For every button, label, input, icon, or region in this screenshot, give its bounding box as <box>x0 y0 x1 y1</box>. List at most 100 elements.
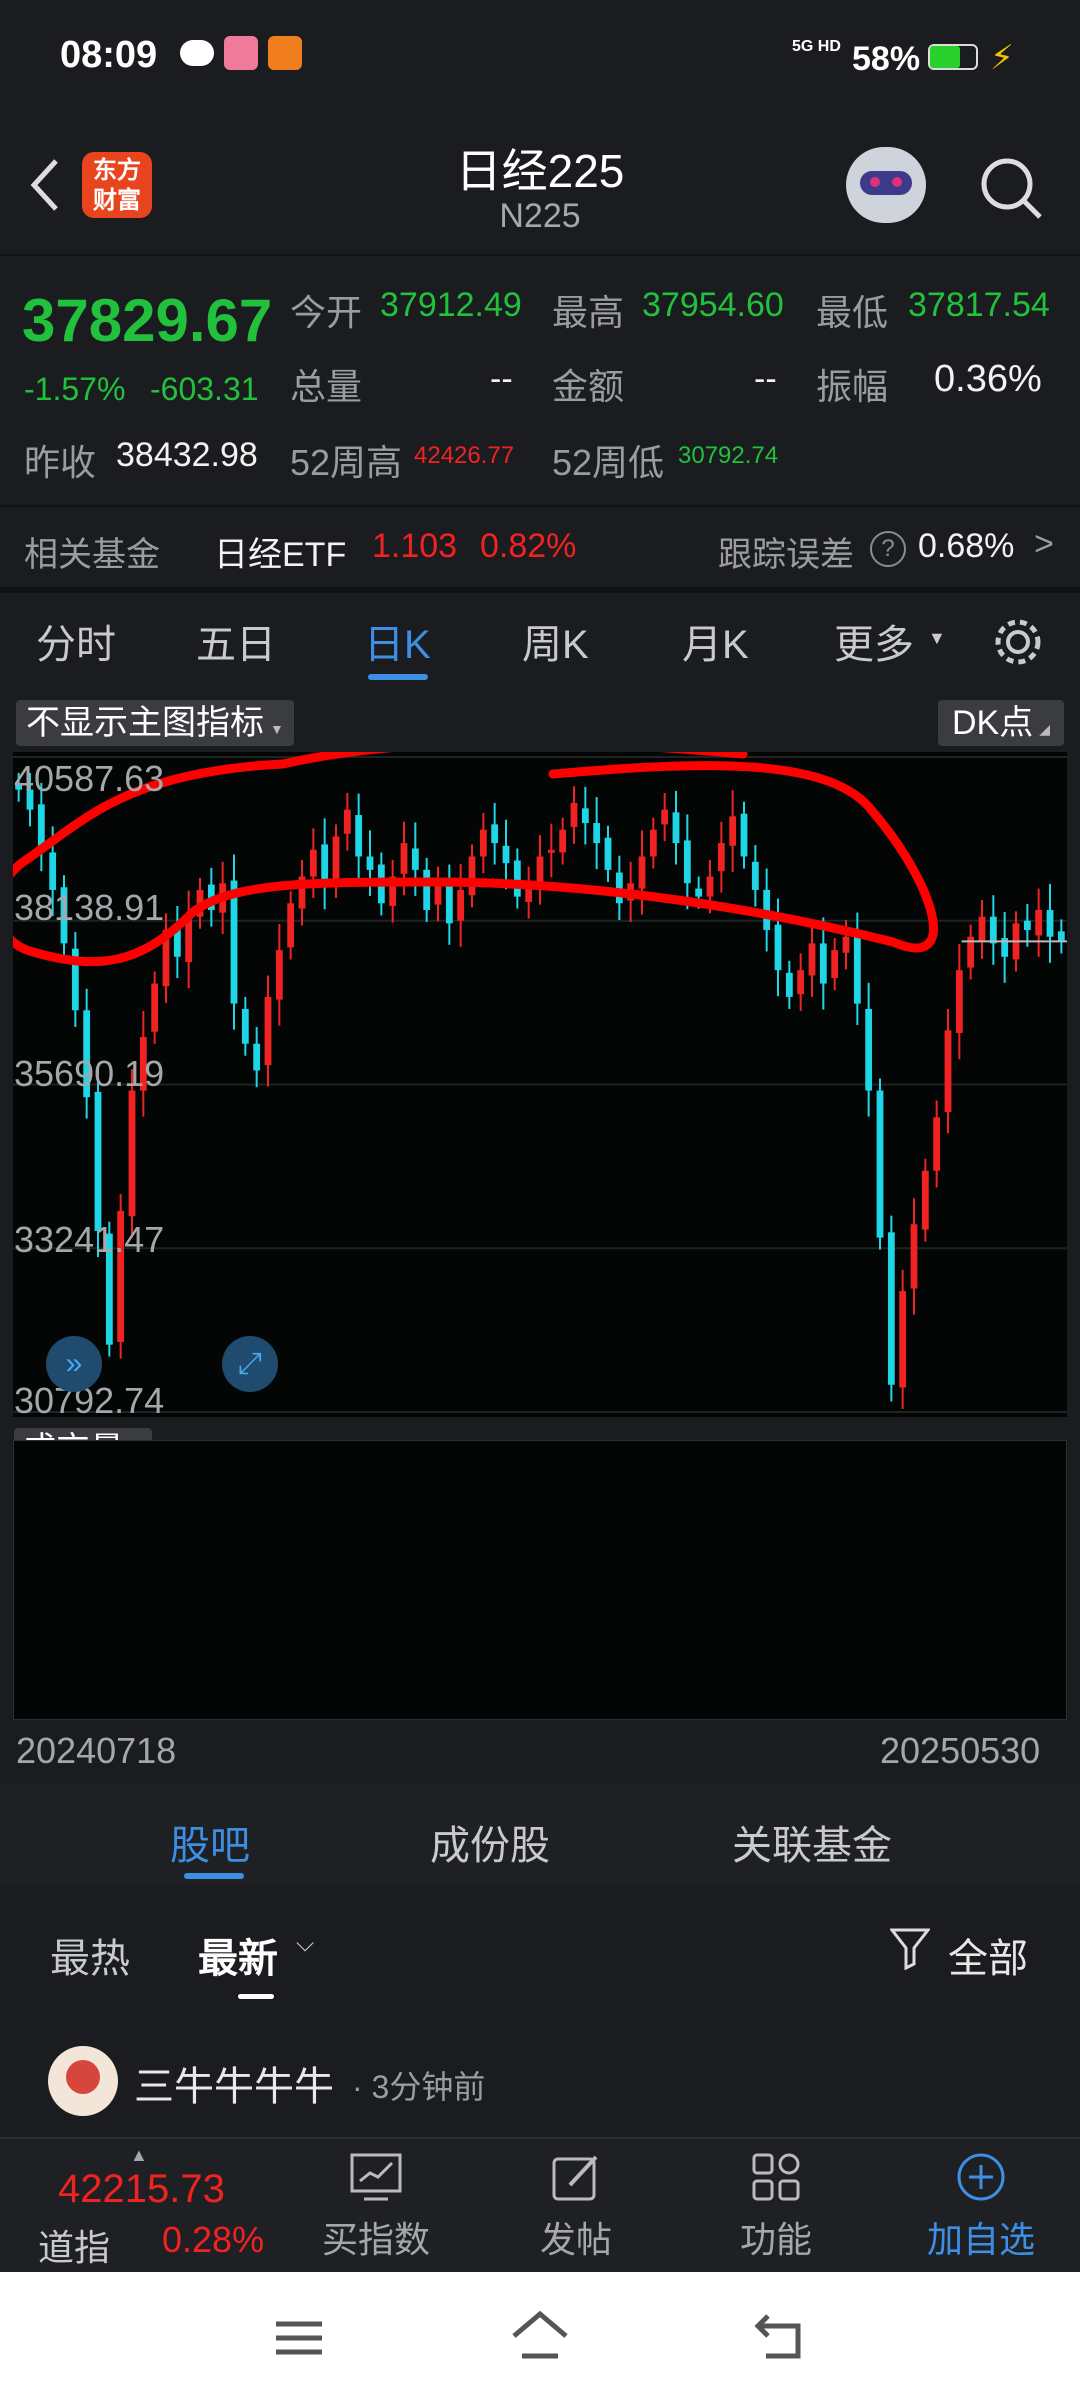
message-icon <box>180 40 214 66</box>
buy-index-button[interactable]: 买指数 <box>316 2151 436 2263</box>
tab-weekly-k[interactable]: 周K <box>522 612 589 670</box>
dow-index-value[interactable]: 42215.73 <box>58 2167 225 2212</box>
avatar[interactable] <box>48 2046 118 2116</box>
content-tabs: 股吧 成份股 关联基金 <box>0 1785 1080 1885</box>
dow-index-name[interactable]: 道指 <box>38 2219 110 2271</box>
candle-body-59 <box>683 840 691 884</box>
candle-body-39 <box>457 889 465 921</box>
tab-five-day[interactable]: 五日 <box>196 612 276 670</box>
candle-body-34 <box>400 843 408 874</box>
candle-body-91 <box>1046 909 1054 937</box>
candle-body-44 <box>513 860 521 897</box>
tab-daily-k[interactable]: 日K <box>364 612 431 670</box>
expand-chart-icon[interactable]: » <box>46 1336 102 1392</box>
robot-assistant-icon[interactable] <box>846 147 926 223</box>
tab-monthly-k[interactable]: 月K <box>682 612 749 670</box>
tab-stock-forum[interactable]: 股吧 <box>170 1813 250 1871</box>
candlestick-plot[interactable] <box>0 738 1067 1417</box>
post-time: · 3分钟前 <box>352 2069 486 2105</box>
related-fund-label: 相关基金 <box>24 536 160 574</box>
filter-all[interactable]: 全部 <box>948 1926 1028 1984</box>
candle-body-70 <box>808 943 816 976</box>
indicator-dropdown-label: 不显示主图指标 <box>26 704 264 742</box>
candle-body-57 <box>661 809 669 825</box>
candlestick-svg <box>0 738 1067 1413</box>
candle-body-82 <box>944 1030 952 1112</box>
candle-body-65 <box>751 861 759 890</box>
candle-body-10 <box>128 1090 136 1217</box>
add-watchlist-label: 加自选 <box>926 2219 1035 2260</box>
candle-body-83 <box>955 970 963 1034</box>
chevron-right-icon: > <box>1034 525 1054 563</box>
52w-low-value: 30792.74 <box>678 442 779 469</box>
dk-point-button[interactable]: DK点 ◢ <box>938 700 1065 746</box>
candle-body-85 <box>978 916 986 943</box>
tracking-error-value: 0.68% <box>918 527 1015 565</box>
post-item[interactable]: 三牛牛牛牛 · 3分钟前 <box>0 2000 1080 2140</box>
candle-body-48 <box>559 829 567 853</box>
candle-body-72 <box>831 950 839 979</box>
help-icon[interactable]: ? <box>870 531 906 567</box>
candle-body-80 <box>921 1170 929 1230</box>
open-label: 今开 <box>290 292 363 333</box>
tab-intraday[interactable]: 分时 <box>36 612 116 670</box>
candle-body-7 <box>94 1091 102 1231</box>
candle-body-60 <box>695 888 703 897</box>
filter-icon[interactable] <box>888 1926 932 1971</box>
menu-icon[interactable] <box>272 2316 326 2360</box>
candle-body-89 <box>1023 920 1031 931</box>
add-watchlist-button[interactable]: 加自选 <box>916 2151 1046 2263</box>
functions-button[interactable]: 功能 <box>716 2151 836 2263</box>
high-label: 最高 <box>552 292 625 333</box>
y-label-2: 38138.91 <box>14 887 165 928</box>
period-tabs: 分时 五日 日K 周K 月K 更多 ▼ <box>0 612 1080 682</box>
candle-body-64 <box>740 813 748 857</box>
candle-body-21 <box>253 1043 261 1071</box>
indicator-dropdown[interactable]: 不显示主图指标 ▼ <box>16 700 294 746</box>
tab-related-funds[interactable]: 关联基金 <box>732 1813 892 1871</box>
candle-body-63 <box>729 816 737 846</box>
candle-body-61 <box>706 876 714 897</box>
y-label-3: 35690.19 <box>14 1053 165 1094</box>
dk-corner-icon: ◢ <box>1039 721 1051 737</box>
candle-body-30 <box>355 815 363 857</box>
prev-close-value: 38432.98 <box>116 436 258 474</box>
fullscreen-icon[interactable]: ⤢ <box>222 1336 278 1392</box>
candle-body-68 <box>785 972 793 997</box>
candle-body-23 <box>275 950 283 1000</box>
candle-body-92 <box>1057 931 1065 942</box>
candle-body-51 <box>593 823 601 844</box>
eastmoney-logo[interactable]: 东方 财富 <box>82 152 152 218</box>
grid-apps-icon <box>748 2151 804 2205</box>
back-arrow-icon[interactable] <box>24 155 68 215</box>
candle-body-43 <box>502 845 510 864</box>
post-author[interactable]: 三牛牛牛牛 <box>134 2054 334 2112</box>
candle-body-86 <box>989 916 997 944</box>
page-title: 日经225 <box>455 145 625 197</box>
search-icon[interactable] <box>978 155 1046 223</box>
quote-panel: 37829.67 -1.57% -603.31 今开 37912.49 最高 3… <box>0 256 1080 506</box>
candle-body-41 <box>479 829 487 857</box>
related-fund-row[interactable]: 相关基金 日经ETF 1.103 0.82% 跟踪误差 ? 0.68% > <box>0 507 1080 587</box>
low-value: 37817.54 <box>908 286 1050 324</box>
edit-icon <box>548 2151 604 2205</box>
more-dropdown-icon: ▼ <box>928 628 946 648</box>
candle-body-46 <box>536 856 544 884</box>
back-nav-icon[interactable] <box>754 2312 808 2360</box>
app-notification-icon <box>224 36 258 70</box>
52w-low-label: 52周低 <box>552 442 665 483</box>
tab-more[interactable]: 更多 <box>834 612 914 670</box>
candle-body-31 <box>366 856 374 870</box>
fund-name[interactable]: 日经ETF <box>214 527 346 576</box>
candle-body-3 <box>49 852 57 890</box>
tab-constituents[interactable]: 成份股 <box>430 1813 550 1871</box>
settings-gear-icon[interactable] <box>990 614 1046 670</box>
dow-index-change: 0.28% <box>162 2219 265 2260</box>
post-button[interactable]: 发帖 <box>516 2151 636 2263</box>
y-label-4: 33241.47 <box>14 1219 165 1260</box>
sort-hot[interactable]: 最热 <box>50 1926 130 1984</box>
sort-newest[interactable]: 最新 <box>198 1926 278 1984</box>
functions-label: 功能 <box>739 2219 812 2260</box>
candle-body-79 <box>910 1224 918 1289</box>
home-icon[interactable] <box>510 2310 570 2362</box>
